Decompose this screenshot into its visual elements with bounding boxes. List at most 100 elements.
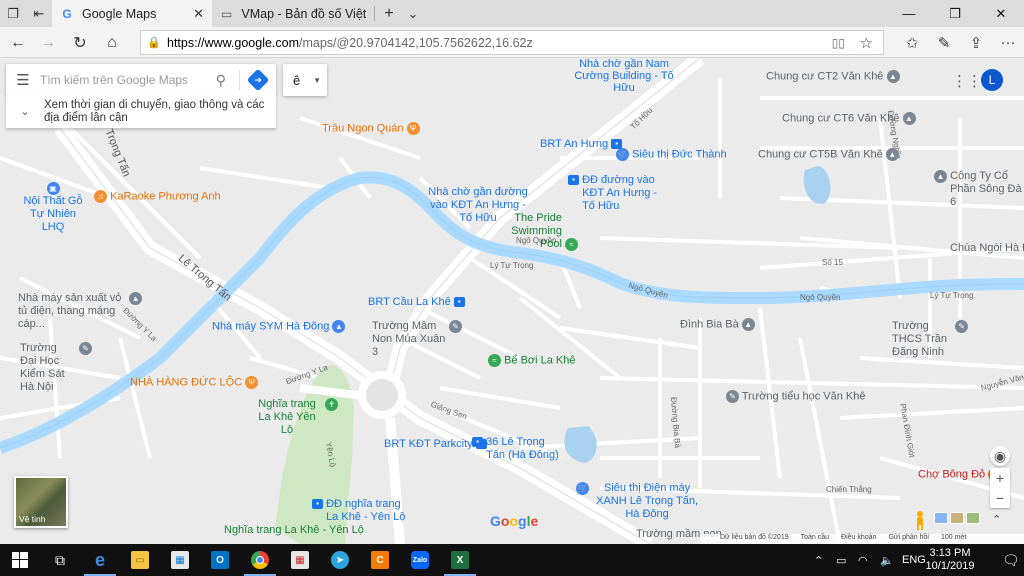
pen-icon[interactable]: ✎	[928, 27, 960, 58]
zoom-out-button[interactable]: −	[990, 488, 1010, 508]
pegman-icon[interactable]	[912, 510, 928, 530]
taskbar-zalo[interactable]: Zalo	[400, 544, 440, 576]
poi-bus-stop[interactable]: ▪ ĐĐ đường vào KĐT An Hưng - Tố Hữu	[568, 174, 668, 213]
poi-pool[interactable]: ≈ Bể Bơi La Khê	[488, 354, 576, 367]
search-input[interactable]	[40, 73, 200, 87]
poi-market[interactable]: Chợ Bông Đỏ 🛍	[918, 468, 1002, 481]
address-bar[interactable]: 🔒 https://www.google.com/maps/@20.970414…	[140, 30, 884, 55]
poi-school[interactable]: Trường THCS Trần Đăng Ninh ✎	[892, 320, 969, 359]
taskbar-edge[interactable]: e	[80, 544, 120, 576]
battery-icon[interactable]: ▭	[836, 544, 846, 576]
avatar[interactable]: L	[981, 69, 1003, 91]
coccoc-icon: C	[371, 551, 389, 569]
tab-actions-icon[interactable]: ❐	[0, 0, 26, 27]
poi-label: BRT An Hưng	[540, 138, 609, 150]
forward-arrow-icon[interactable]: →	[32, 27, 64, 58]
poi-label: Nhà máy SYM Hà Đông	[212, 320, 330, 333]
poi-temple[interactable]: Chùa Ngòi Hà Đông	[950, 242, 1024, 255]
telegram-icon: ➤	[331, 551, 349, 569]
poi-bus-stop[interactable]: BRT An Hưng ▪	[540, 138, 623, 151]
poi-cemetery[interactable]: Nghĩa trang La Khê - Yên Lộ	[224, 524, 364, 537]
back-tabs-icon[interactable]: ⇤	[26, 0, 52, 27]
taskbar-coccoc[interactable]: C	[360, 544, 400, 576]
my-location-button[interactable]: ◉	[990, 446, 1010, 466]
close-tab-icon[interactable]: ✕	[193, 6, 204, 22]
directions-icon[interactable]: ➜	[246, 68, 270, 92]
layer-thumb[interactable]	[950, 512, 964, 524]
share-icon[interactable]: ⇪	[960, 27, 992, 58]
poi-building[interactable]: Chung cư CT5B Văn Khê ▲	[758, 148, 899, 161]
poi-restaurant[interactable]: Trâu Ngon Quán Ψ	[322, 122, 420, 135]
back-arrow-icon[interactable]: ←	[2, 27, 34, 58]
tab-list-button[interactable]: ⌄	[400, 0, 426, 27]
poi-factory[interactable]: Nhà máy sản xuất vỏ tủ điện, thang máng …	[18, 292, 143, 331]
attribution-feedback[interactable]: Gửi phản hồi	[888, 534, 929, 544]
poi-company[interactable]: ▲ Công Ty Cổ Phần Sông Đà 6	[934, 170, 1022, 209]
poi-university[interactable]: Trường Đại Học Kiểm Sát Hà Nội ✎	[20, 342, 93, 394]
taskbar-telegram[interactable]: ➤	[320, 544, 360, 576]
home-icon[interactable]: ⌂	[96, 27, 128, 58]
poi-factory[interactable]: Nhà máy SYM Hà Đông ▲	[212, 320, 346, 333]
start-button[interactable]	[0, 544, 40, 576]
more-icon[interactable]: ···	[992, 27, 1024, 58]
refresh-icon[interactable]: ↻	[64, 27, 96, 58]
chevron-up-icon[interactable]: ⌃	[814, 544, 823, 576]
attribution-global[interactable]: Toàn cầu	[801, 534, 829, 544]
tab-google-maps[interactable]: G Google Maps ✕	[52, 0, 212, 27]
notification-icon[interactable]: 🗨	[1002, 544, 1020, 576]
task-view-button[interactable]: ⧉	[40, 544, 80, 576]
poi-bus-stop[interactable]: ▪ ĐĐ nghĩa trang La Khê - Yên Lộ	[312, 498, 406, 524]
poi-cemetery[interactable]: Nghĩa trang La Khê Yên Lộ ✝	[252, 398, 339, 437]
poi-furniture[interactable]: ▣ Nội Thất Gỗ Tự Nhiên LHQ	[22, 182, 84, 234]
shop-pin-icon: ▣	[46, 182, 60, 195]
satellite-toggle[interactable]: Vệ tinh	[14, 476, 68, 528]
poi-restaurant[interactable]: NHÀ HÀNG ĐỨC LỘC Ψ	[130, 376, 259, 389]
poi-building[interactable]: Chung cư CT2 Văn Khê ▲	[766, 70, 900, 83]
poi-karaoke[interactable]: ♫ KaRaoke Phương Anh	[94, 190, 221, 203]
map-canvas[interactable]: Lê Trọng Tấn Lê Trọng Tấn Tố Hữu Ngô Quy…	[0, 58, 1024, 544]
poi-label: Trường tiểu học Văn Khê	[741, 390, 866, 403]
map-scale[interactable]: 100 mét	[941, 534, 966, 544]
hamburger-menu-icon[interactable]: ☰	[6, 71, 40, 89]
zoom-in-button[interactable]: +	[990, 468, 1010, 488]
favorites-hub-icon[interactable]: ✩	[896, 27, 928, 58]
taskbar-app-grid[interactable]: ▦	[280, 544, 320, 576]
taskbar-store[interactable]: ▦	[160, 544, 200, 576]
poi-temple[interactable]: Đình Bia Bà ▲	[680, 318, 755, 331]
poi-bus-stop[interactable]: ▪ 36 Lê Trọng Tấn (Hà Đông)	[472, 436, 560, 462]
cemetery-pin-icon: ✝	[325, 398, 339, 411]
search-icon[interactable]: ⚲	[216, 72, 226, 89]
volume-icon[interactable]: 🔈	[880, 544, 894, 576]
poi-school[interactable]: Trường Mầm Non Múa Xuân 3 ✎	[372, 320, 463, 359]
attribution-terms[interactable]: Điều khoản	[841, 534, 876, 544]
poi-shop[interactable]: 🛒 Siêu thị Đức Thành	[616, 148, 727, 161]
clock[interactable]: 3:13 PM 10/1/2019	[920, 547, 980, 573]
poi-bus-stop[interactable]: Nhà chờ gần Nam Cường Building - Tố Hữu	[568, 58, 680, 94]
reading-view-icon[interactable]: ▯▯	[832, 36, 845, 50]
taskbar-excel[interactable]: X	[440, 544, 480, 576]
nearby-hint-panel[interactable]: ⌄ Xem thời gian di chuyển, giao thông và…	[6, 96, 276, 128]
poi-bus-stop[interactable]: BRT Cầu La Khê ▪	[368, 296, 465, 309]
layer-thumb[interactable]	[966, 512, 980, 524]
poi-building[interactable]: Chung cư CT6 Văn Khê ▲	[782, 112, 916, 125]
taskbar-chrome[interactable]	[240, 544, 280, 576]
tab-vmap[interactable]: ▭ VMap - Bản đồ số Việt Nam	[212, 0, 374, 27]
tab-label: Google Maps	[82, 6, 157, 21]
temple-pin-icon: ▲	[741, 318, 755, 331]
taskbar-file-explorer[interactable]: ▭	[120, 544, 160, 576]
poi-pool[interactable]: The Pride Swimming Pool ≈	[494, 212, 579, 251]
language-button[interactable]: ê ▼	[283, 64, 327, 96]
new-tab-button[interactable]: +	[376, 0, 402, 27]
poi-shop[interactable]: 🛒 Siêu thị Điện máy XANH Lê Trọng Tấn, H…	[576, 482, 702, 521]
wifi-icon[interactable]: ◠	[858, 544, 868, 576]
apps-grid-icon[interactable]: ⋮⋮⋮	[952, 72, 997, 90]
layers-thumbnails[interactable]	[934, 512, 982, 526]
maximize-icon[interactable]: ❐	[932, 0, 978, 27]
layer-thumb[interactable]	[934, 512, 948, 524]
close-window-icon[interactable]: ✕	[978, 0, 1024, 27]
favorite-star-icon[interactable]: ☆	[860, 34, 873, 52]
taskbar-outlook[interactable]: O	[200, 544, 240, 576]
poi-school[interactable]: ✎ Trường tiểu học Văn Khê	[726, 390, 866, 403]
minimize-icon[interactable]: —	[886, 0, 932, 27]
expand-chevron-icon[interactable]: ⌃	[992, 513, 1001, 526]
